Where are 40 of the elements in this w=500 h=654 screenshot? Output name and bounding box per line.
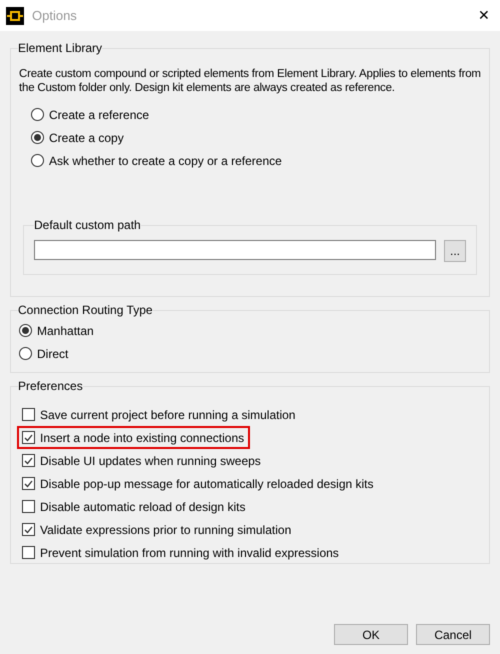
checkbox[interactable]: [22, 500, 35, 513]
checkbox-label: Disable UI updates when running sweeps: [40, 452, 261, 470]
browse-button[interactable]: ...: [444, 240, 466, 262]
radio-label: Create a reference: [49, 106, 150, 124]
radio-label: Direct: [37, 346, 68, 362]
checkbox-label: Save current project before running a simulation: [40, 406, 296, 424]
radio-label: Manhattan: [37, 322, 94, 340]
checkbox-label: Insert a node into existing connections: [40, 430, 244, 446]
radio-label: Create a copy: [49, 130, 124, 146]
group-title: Connection Routing Type: [18, 302, 153, 319]
checkbox[interactable]: [22, 454, 35, 467]
checkmark-icon: [24, 480, 33, 488]
description-text: Create custom compound or scripted elements from Element Library. Applies to elements from the Custom folder only. Design kit elements are always created as reference.: [19, 67, 481, 95]
group-title: Preferences: [18, 378, 83, 395]
checkbox-label: Disable pop-up message for automatically reloaded design kits: [40, 476, 374, 492]
radio-button[interactable]: [19, 324, 32, 337]
radio-button[interactable]: [19, 347, 32, 360]
radio-button[interactable]: [31, 131, 44, 144]
group-title: Default custom path: [34, 217, 141, 234]
checkbox[interactable]: [22, 431, 35, 444]
close-button[interactable]: ✕: [478, 5, 490, 26]
radio-label: Ask whether to create a copy or a reference: [49, 152, 282, 170]
window-title: Options: [32, 6, 77, 25]
path-field[interactable]: [34, 240, 436, 260]
radio-button[interactable]: [31, 108, 44, 121]
checkbox-label: Prevent simulation from running with invalid expressions: [40, 544, 339, 562]
app-icon: [6, 6, 24, 24]
checkbox[interactable]: [22, 408, 35, 421]
checkbox-label: Disable automatic reload of design kits: [40, 498, 246, 516]
checkmark-icon: [24, 456, 33, 464]
dialog-button[interactable]: Cancel: [416, 624, 490, 645]
checkbox[interactable]: [22, 523, 35, 536]
checkmark-icon: [24, 434, 33, 442]
dialog-button[interactable]: OK: [334, 624, 408, 645]
checkbox[interactable]: [22, 477, 35, 490]
checkbox[interactable]: [22, 546, 35, 559]
checkmark-icon: [24, 526, 33, 534]
radio-button[interactable]: [31, 154, 44, 167]
group-title: Element Library: [18, 40, 102, 57]
checkbox-label: Validate expressions prior to running simulation: [40, 522, 292, 538]
